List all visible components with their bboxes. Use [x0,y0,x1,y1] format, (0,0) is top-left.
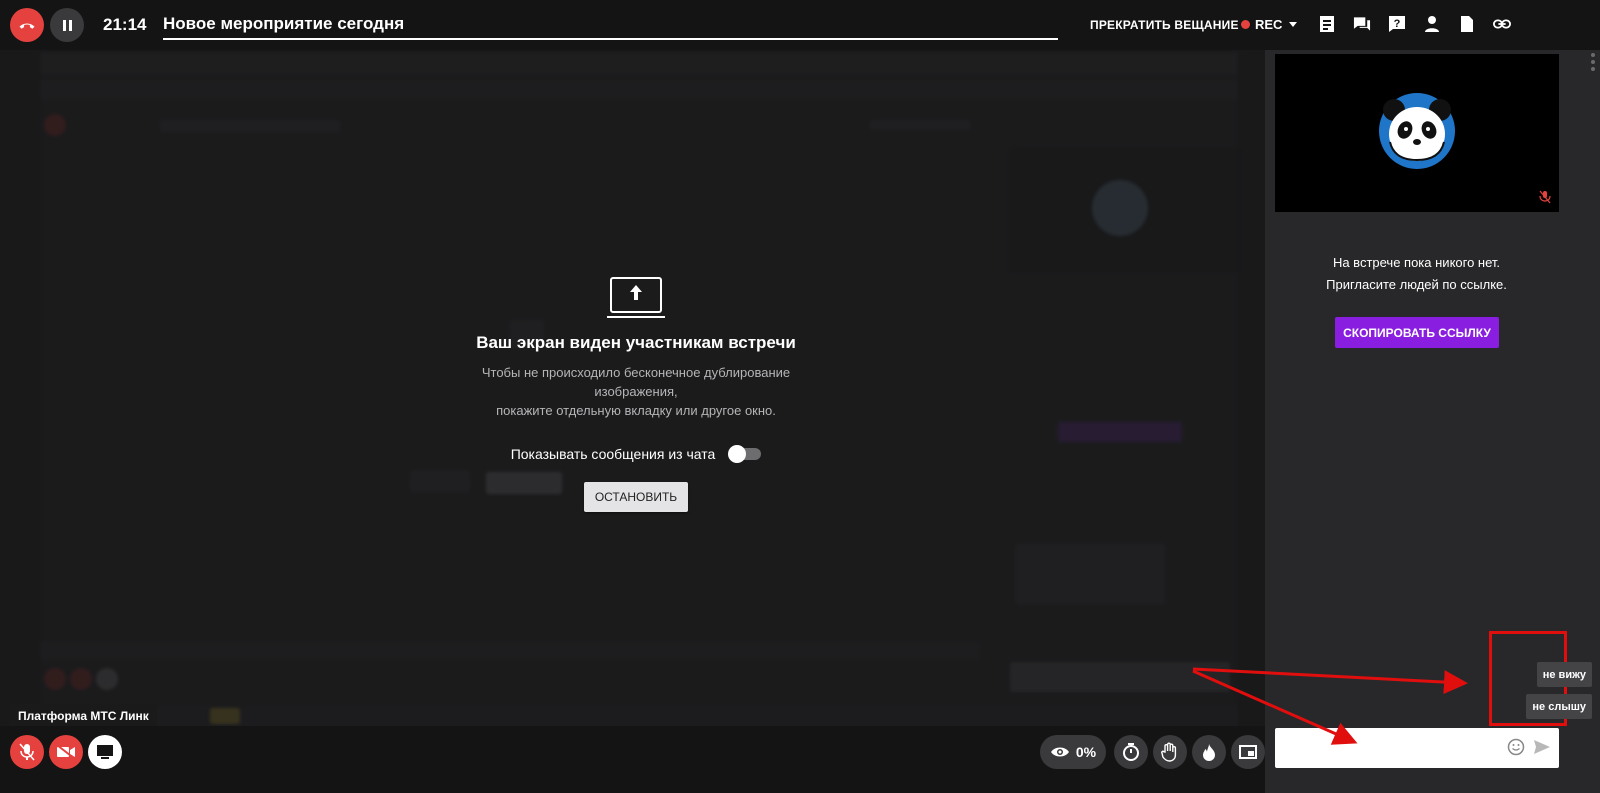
end-call-button[interactable] [10,8,44,42]
rec-dropdown[interactable]: REC [1241,17,1298,32]
svg-text:?: ? [1394,18,1401,30]
screen-share-notice: Ваш экран виден участникам встречи Чтобы… [440,275,832,512]
show-chat-label: Показывать сообщения из чата [510,446,716,462]
laptop-upload-icon [607,277,665,318]
show-chat-toggle[interactable] [728,445,762,463]
meeting-title-input[interactable]: Новое мероприятие сегодня [163,14,1058,40]
rec-dot-icon [1241,20,1250,29]
scrollbar[interactable] [1590,52,1596,792]
chat-icon[interactable] [1353,14,1371,34]
viewers-percent: 0% [1075,744,1097,760]
stop-stream-button[interactable]: ПРЕКРАТИТЬ ВЕЩАНИЕ [1090,18,1239,32]
meeting-timer: 21:14 [103,15,147,34]
fire-icon [1203,744,1215,761]
link-icon[interactable] [1493,14,1511,34]
mic-toggle-button[interactable] [10,735,44,769]
viewers-indicator[interactable]: 0% [1040,735,1106,769]
chevron-down-icon [1289,22,1298,27]
hand-icon [1161,742,1177,762]
timer-icon [1123,743,1139,761]
raise-hand-button[interactable] [1153,735,1187,769]
rec-label: REC [1255,17,1283,32]
pip-icon [1239,745,1257,759]
camera-toggle-button[interactable] [49,735,83,769]
quick-reply-cant-hear[interactable]: не слышу [1526,694,1592,719]
pause-button[interactable] [50,8,84,42]
share-notice-title: Ваш экран виден участникам встречи [476,333,796,352]
participants-icon[interactable] [1423,14,1441,34]
top-toolbar: ? [1318,14,1511,34]
question-icon[interactable]: ? [1388,14,1406,34]
picture-in-picture-button[interactable] [1231,735,1265,769]
avatar [1379,93,1455,169]
quick-reply-cant-see[interactable]: не вижу [1536,662,1592,687]
copy-link-button[interactable]: СКОПИРОВАТЬ ССЫЛКУ [1335,317,1499,348]
stop-sharing-button[interactable]: ОСТАНОВИТЬ [584,482,688,512]
app-tooltip: Платформа МТС Линк [10,704,157,728]
share-notice-description: Чтобы не происходило бесконечное дублиро… [481,365,791,418]
mic-off-icon [19,743,35,761]
camera-off-icon [56,744,76,760]
show-chat-toggle-row: Показывать сообщения из чата [440,445,832,463]
pause-icon [62,19,72,31]
notes-icon[interactable] [1318,14,1336,34]
send-icon[interactable] [1533,738,1551,756]
top-bar: 21:14 Новое мероприятие сегодня ПРЕКРАТИ… [0,0,1600,50]
self-video-tile [1275,54,1559,212]
eye-icon [1050,747,1069,757]
timer-button[interactable] [1114,735,1148,769]
emoji-icon[interactable] [1507,738,1525,756]
reactions-button[interactable] [1192,735,1226,769]
screen-share-stage: Ваш экран виден участникам встречи Чтобы… [0,50,1265,772]
muted-mic-icon [1539,190,1551,204]
chat-input[interactable] [1275,728,1559,768]
toggle-knob [728,445,747,463]
empty-meeting-message: На встрече пока никого нет. Пригласите л… [1326,255,1507,292]
bottom-bar: 0% [0,726,1265,793]
screen-share-button[interactable] [88,735,122,769]
document-icon[interactable] [1458,14,1476,34]
right-sidebar: На встрече пока никого нет. Пригласите л… [1265,50,1600,793]
screen-share-icon [97,745,113,759]
end-call-icon [19,23,35,29]
